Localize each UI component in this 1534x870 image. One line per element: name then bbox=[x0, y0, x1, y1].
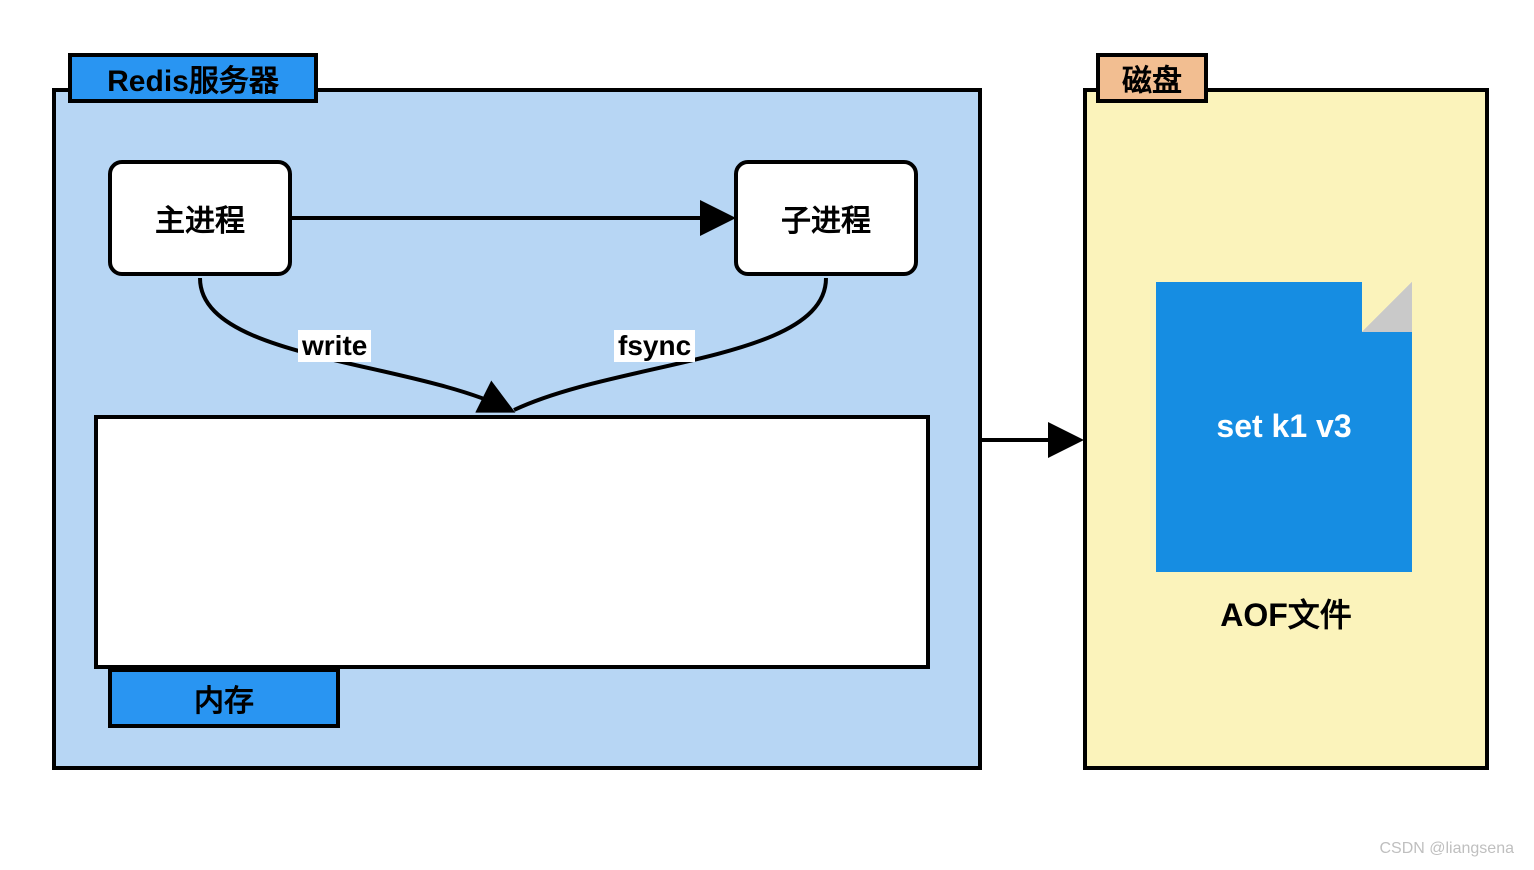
main-process-box: 主进程 bbox=[108, 160, 292, 276]
watermark: CSDN @liangsena bbox=[1379, 840, 1514, 858]
aof-file-caption: AOF文件 bbox=[1083, 590, 1489, 636]
redis-server-title-tab: Redis服务器 bbox=[68, 53, 318, 103]
disk-title-tab: 磁盘 bbox=[1096, 53, 1208, 103]
aof-file-icon: set k1 v3 bbox=[1156, 282, 1412, 572]
memory-box bbox=[94, 415, 930, 669]
memory-title-tab: 内存 bbox=[108, 668, 340, 728]
aof-file-content: set k1 v3 bbox=[1156, 408, 1412, 445]
edge-label-write: write bbox=[298, 330, 371, 362]
file-fold-corner bbox=[1362, 282, 1412, 332]
child-process-box: 子进程 bbox=[734, 160, 918, 276]
diagram-stage: Redis服务器 主进程 子进程 内存 磁盘 set k1 v3 AOF文件 w… bbox=[0, 0, 1534, 870]
edge-label-fsync: fsync bbox=[614, 330, 695, 362]
